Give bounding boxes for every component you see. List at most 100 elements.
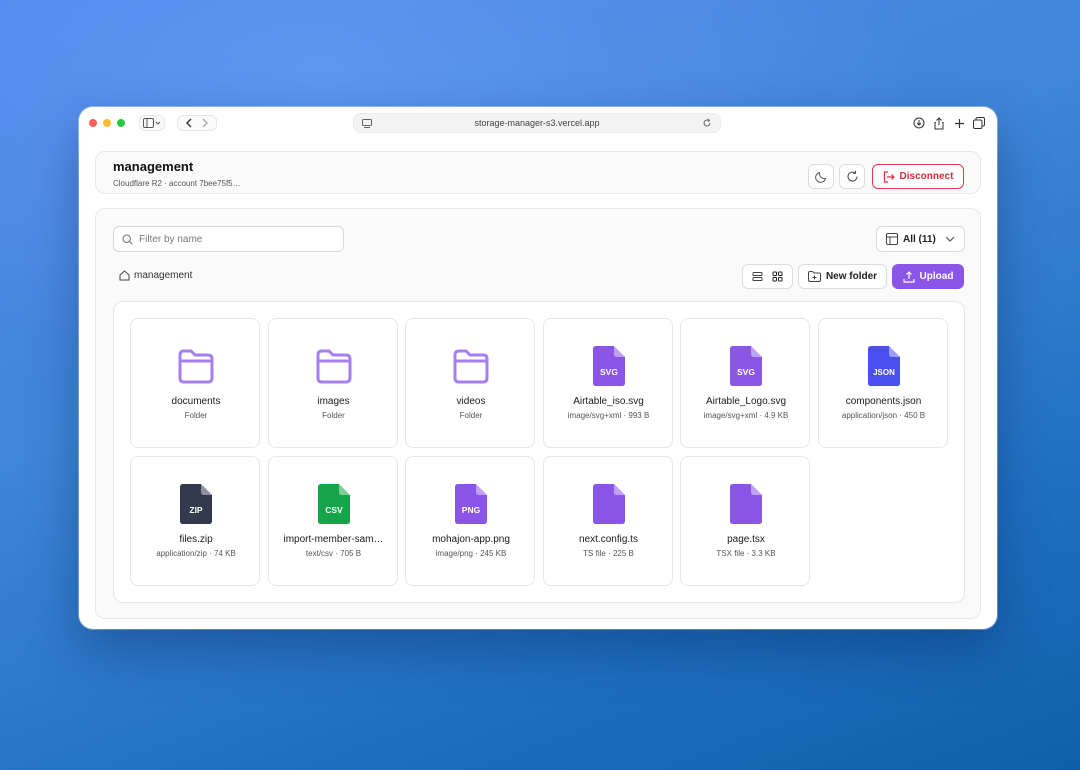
url-text: storage-manager-s3.vercel.app <box>474 118 600 128</box>
item-meta: TS file · 225 B <box>583 548 634 558</box>
item-name: videos <box>456 396 486 407</box>
folder-tile[interactable]: videos Folder <box>405 318 535 448</box>
file-type-badge: ZIP <box>189 505 203 515</box>
folder-tile[interactable]: images Folder <box>267 318 398 448</box>
sidebar-icon <box>143 118 161 128</box>
refresh-button[interactable] <box>839 164 865 189</box>
item-meta: TSX file · 3.3 KB <box>716 548 776 558</box>
svg-file-icon: SVG <box>730 346 762 386</box>
new-folder-button[interactable]: New folder <box>798 264 887 289</box>
item-name: Airtable_Logo.svg <box>705 396 787 407</box>
home-icon[interactable] <box>119 270 130 281</box>
disconnect-label: Disconnect <box>899 171 954 182</box>
item-meta: image/svg+xml · 993 B <box>567 411 650 420</box>
plus-icon <box>954 118 964 128</box>
filter-field[interactable] <box>113 226 344 252</box>
file-type-badge: CSV <box>325 505 343 515</box>
svg-file-icon: SVG <box>592 346 625 386</box>
share-button[interactable] <box>932 116 946 130</box>
theme-toggle-button[interactable] <box>808 164 834 189</box>
file-tile[interactable]: JSON components.json application/json · 45… <box>817 318 948 448</box>
disconnect-button[interactable]: Disconnect <box>872 164 964 189</box>
table-icon <box>886 233 898 245</box>
folder-icon <box>178 349 214 384</box>
search-icon <box>122 233 133 245</box>
share-icon <box>934 116 944 129</box>
item-name: images <box>317 396 350 407</box>
minimize-window-button[interactable] <box>103 119 111 127</box>
item-meta: Folder <box>184 411 208 420</box>
bucket-header: management Cloudflare R2 · account 7bee7… <box>95 151 981 194</box>
navigation-group <box>177 115 217 131</box>
moon-icon <box>814 171 826 183</box>
grid-view-icon[interactable] <box>772 271 783 282</box>
file-type-badge: PNG <box>462 505 481 515</box>
folder-tile[interactable]: documents Folder <box>130 318 260 448</box>
item-meta: application/json · 450 B <box>841 411 926 420</box>
new-folder-label: New folder <box>825 271 878 282</box>
type-filter-value: All (11) <box>903 233 936 245</box>
item-name: files.zip <box>179 533 213 545</box>
browser-toolbar: storage-manager-s3.vercel.app <box>79 107 997 139</box>
upload-icon <box>902 270 915 283</box>
item-name: documents <box>171 396 221 407</box>
breadcrumb-root[interactable]: management <box>134 270 192 281</box>
item-name: page.tsx <box>727 533 765 545</box>
item-meta: image/png · 245 KB <box>435 548 507 558</box>
folder-icon <box>316 349 351 384</box>
file-browser-panel: All (11) management <box>95 208 981 619</box>
csv-file-icon: CSV <box>317 483 350 524</box>
item-name: Airtable_iso.svg <box>573 396 644 407</box>
file-tile[interactable]: PNG mohajon-app.png image/png · 245 KB <box>405 455 535 586</box>
maximize-window-button[interactable] <box>117 119 125 127</box>
file-tile[interactable]: page.tsx TSX file · 3.3 KB <box>680 455 810 586</box>
forward-icon[interactable] <box>201 118 209 128</box>
upload-button[interactable]: Upload <box>892 264 964 289</box>
browser-window: storage-manager-s3.vercel.app management… <box>79 107 997 629</box>
back-icon[interactable] <box>185 118 193 128</box>
png-file-icon: PNG <box>455 483 487 524</box>
filter-input[interactable] <box>139 233 329 245</box>
item-name: components.json <box>845 396 922 407</box>
breadcrumb: management <box>119 270 192 281</box>
address-bar[interactable]: storage-manager-s3.vercel.app <box>353 113 721 133</box>
item-name: next.config.ts <box>579 533 638 545</box>
page-title: management <box>113 159 194 174</box>
list-view-icon[interactable] <box>752 271 763 282</box>
logout-icon <box>883 170 895 183</box>
view-toggle <box>742 264 793 289</box>
json-file-icon: JSON <box>867 346 900 386</box>
account-subtitle: Cloudflare R2 · account 7bee75f5… <box>113 179 241 188</box>
item-meta: Folder <box>459 411 483 420</box>
tab-overview-button[interactable] <box>972 116 986 130</box>
zip-file-icon: ZIP <box>180 483 212 524</box>
item-name: mohajon-app.png <box>432 533 510 545</box>
refresh-icon <box>846 170 858 182</box>
file-grid: documents Folder images Folder videos Folder S… <box>113 301 965 603</box>
file-type-badge: JSON <box>873 368 895 377</box>
file-tile[interactable]: ZIP files.zip application/zip · 74 KB <box>130 455 260 586</box>
type-filter-select[interactable]: All (11) <box>876 226 965 252</box>
item-meta: text/csv · 705 B <box>305 548 362 558</box>
page-settings-icon[interactable] <box>362 119 372 128</box>
tabs-icon <box>973 117 985 129</box>
file-tile[interactable]: next.config.ts TS file · 225 B <box>542 455 673 586</box>
reload-icon[interactable] <box>702 118 712 128</box>
item-meta: application/zip · 74 KB <box>156 548 236 558</box>
download-icon <box>913 117 925 129</box>
new-tab-button[interactable] <box>952 116 966 130</box>
close-window-button[interactable] <box>89 119 97 127</box>
folder-plus-icon <box>807 271 821 282</box>
file-tile[interactable]: CSV import-member-sam… text/csv · 705 B <box>267 455 398 586</box>
file-file-icon <box>592 483 625 524</box>
sidebar-toggle-button[interactable] <box>139 115 165 131</box>
file-tile[interactable]: SVG Airtable_Logo.svg image/svg+xml · 4.9 … <box>680 318 810 448</box>
upload-label: Upload <box>919 271 954 282</box>
folder-icon <box>453 349 489 384</box>
item-meta: Folder <box>322 411 345 420</box>
file-type-badge: SVG <box>600 367 618 377</box>
downloads-button[interactable] <box>912 116 926 130</box>
chevron-down-icon <box>945 236 955 242</box>
file-tile[interactable]: SVG Airtable_iso.svg image/svg+xml · 993 B <box>542 318 673 448</box>
file-file-icon <box>730 483 762 524</box>
